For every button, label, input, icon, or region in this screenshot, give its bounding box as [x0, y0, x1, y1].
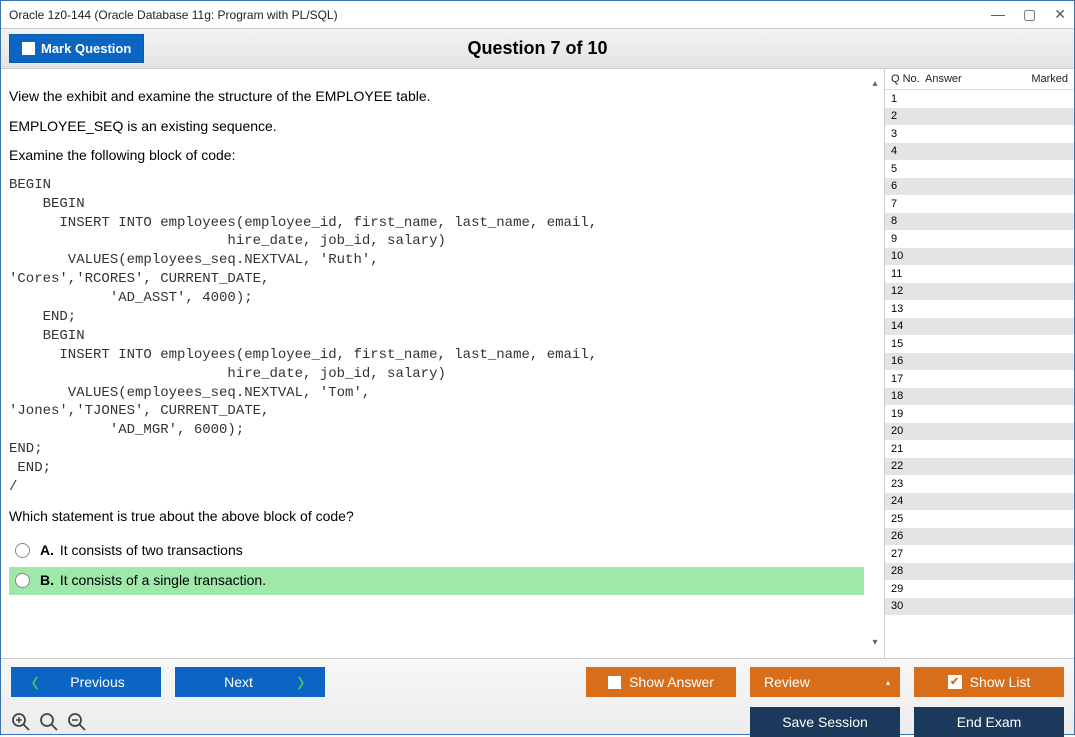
checkbox-icon — [608, 676, 621, 689]
toolbar: Mark Question Question 7 of 10 — [1, 29, 1074, 69]
close-button[interactable]: ✕ — [1054, 6, 1066, 23]
header-answer: Answer — [925, 73, 1020, 85]
intro-line-3: Examine the following block of code: — [9, 146, 864, 166]
radio-icon — [15, 543, 30, 558]
question-list-row[interactable]: 1 — [885, 90, 1074, 108]
minimize-button[interactable]: — — [991, 6, 1005, 23]
question-list-header: Q No. Answer Marked — [885, 69, 1074, 89]
question-list-row[interactable]: 7 — [885, 195, 1074, 213]
footer: 〈 Previous Next 〉 Show Answer Review ▴ — [1, 658, 1074, 734]
question-list-row[interactable]: 17 — [885, 370, 1074, 388]
question-list-row[interactable]: 29 — [885, 580, 1074, 598]
question-list-row[interactable]: 6 — [885, 178, 1074, 196]
zoom-in-icon[interactable] — [39, 712, 59, 732]
option-a[interactable]: A. It consists of two transactions — [9, 537, 864, 565]
question-list-row[interactable]: 18 — [885, 388, 1074, 406]
app-window: Oracle 1z0-144 (Oracle Database 11g: Pro… — [0, 0, 1075, 735]
save-session-button[interactable]: Save Session — [750, 707, 900, 737]
body: ▴ ▾ View the exhibit and examine the str… — [1, 69, 1074, 658]
question-list-row[interactable]: 2 — [885, 108, 1074, 126]
check-icon: ✔ — [948, 675, 962, 689]
end-exam-button[interactable]: End Exam — [914, 707, 1064, 737]
question-counter: Question 7 of 10 — [467, 38, 607, 59]
question-list-row[interactable]: 26 — [885, 528, 1074, 546]
header-qno: Q No. — [891, 73, 925, 85]
question-list-row[interactable]: 28 — [885, 563, 1074, 581]
next-button[interactable]: Next 〉 — [175, 667, 325, 697]
question-list-row[interactable]: 13 — [885, 300, 1074, 318]
chevron-right-icon: 〉 — [298, 673, 311, 692]
window-title: Oracle 1z0-144 (Oracle Database 11g: Pro… — [9, 8, 338, 22]
question-list-row[interactable]: 12 — [885, 283, 1074, 301]
review-button[interactable]: Review ▴ — [750, 667, 900, 697]
mark-question-label: Mark Question — [41, 41, 131, 56]
question-list-row[interactable]: 10 — [885, 248, 1074, 266]
option-b[interactable]: B. It consists of a single transaction. — [9, 567, 864, 595]
question-list-row[interactable]: 5 — [885, 160, 1074, 178]
question-list-row[interactable]: 25 — [885, 510, 1074, 528]
show-answer-button[interactable]: Show Answer — [586, 667, 736, 697]
intro-line-1: View the exhibit and examine the structu… — [9, 87, 864, 107]
question-list-row[interactable]: 8 — [885, 213, 1074, 231]
question-list-row[interactable]: 27 — [885, 545, 1074, 563]
checkbox-icon — [22, 42, 35, 55]
question-list-row[interactable]: 30 — [885, 598, 1074, 616]
question-list-row[interactable]: 21 — [885, 440, 1074, 458]
question-list-row[interactable]: 3 — [885, 125, 1074, 143]
question-list-row[interactable]: 24 — [885, 493, 1074, 511]
question-list-row[interactable]: 19 — [885, 405, 1074, 423]
header-marked: Marked — [1020, 73, 1068, 85]
question-list-row[interactable]: 4 — [885, 143, 1074, 161]
scroll-up-icon[interactable]: ▴ — [868, 77, 882, 91]
question-list-row[interactable]: 16 — [885, 353, 1074, 371]
previous-button[interactable]: 〈 Previous — [11, 667, 161, 697]
prompt-line: Which statement is true about the above … — [9, 507, 864, 527]
titlebar: Oracle 1z0-144 (Oracle Database 11g: Pro… — [1, 1, 1074, 29]
caret-up-icon: ▴ — [886, 678, 890, 687]
intro-line-2: EMPLOYEE_SEQ is an existing sequence. — [9, 117, 864, 137]
question-scroll-area[interactable]: ▴ ▾ View the exhibit and examine the str… — [1, 77, 884, 650]
maximize-button[interactable]: ▢ — [1023, 6, 1036, 23]
question-list-row[interactable]: 22 — [885, 458, 1074, 476]
zoom-controls — [11, 712, 87, 732]
question-text: View the exhibit and examine the structu… — [1, 87, 884, 595]
question-list-row[interactable]: 15 — [885, 335, 1074, 353]
mark-question-button[interactable]: Mark Question — [9, 34, 144, 63]
question-list-pane: Q No. Answer Marked 12345678910111213141… — [884, 69, 1074, 658]
question-list-row[interactable]: 23 — [885, 475, 1074, 493]
window-controls: — ▢ ✕ — [991, 6, 1066, 23]
question-list-row[interactable]: 9 — [885, 230, 1074, 248]
radio-icon — [15, 573, 30, 588]
question-list-row[interactable]: 14 — [885, 318, 1074, 336]
show-list-button[interactable]: ✔ Show List — [914, 667, 1064, 697]
zoom-reset-icon[interactable] — [11, 712, 31, 732]
question-pane: ▴ ▾ View the exhibit and examine the str… — [1, 69, 884, 658]
question-list-row[interactable]: 20 — [885, 423, 1074, 441]
options-group: A. It consists of two transactions B. It… — [9, 537, 864, 595]
zoom-out-icon[interactable] — [67, 712, 87, 732]
question-list[interactable]: 1234567891011121314151617181920212223242… — [885, 89, 1074, 658]
scroll-down-icon[interactable]: ▾ — [868, 636, 882, 650]
chevron-left-icon: 〈 — [25, 673, 38, 692]
question-list-row[interactable]: 11 — [885, 265, 1074, 283]
code-block: BEGIN BEGIN INSERT INTO employees(employ… — [9, 176, 864, 497]
